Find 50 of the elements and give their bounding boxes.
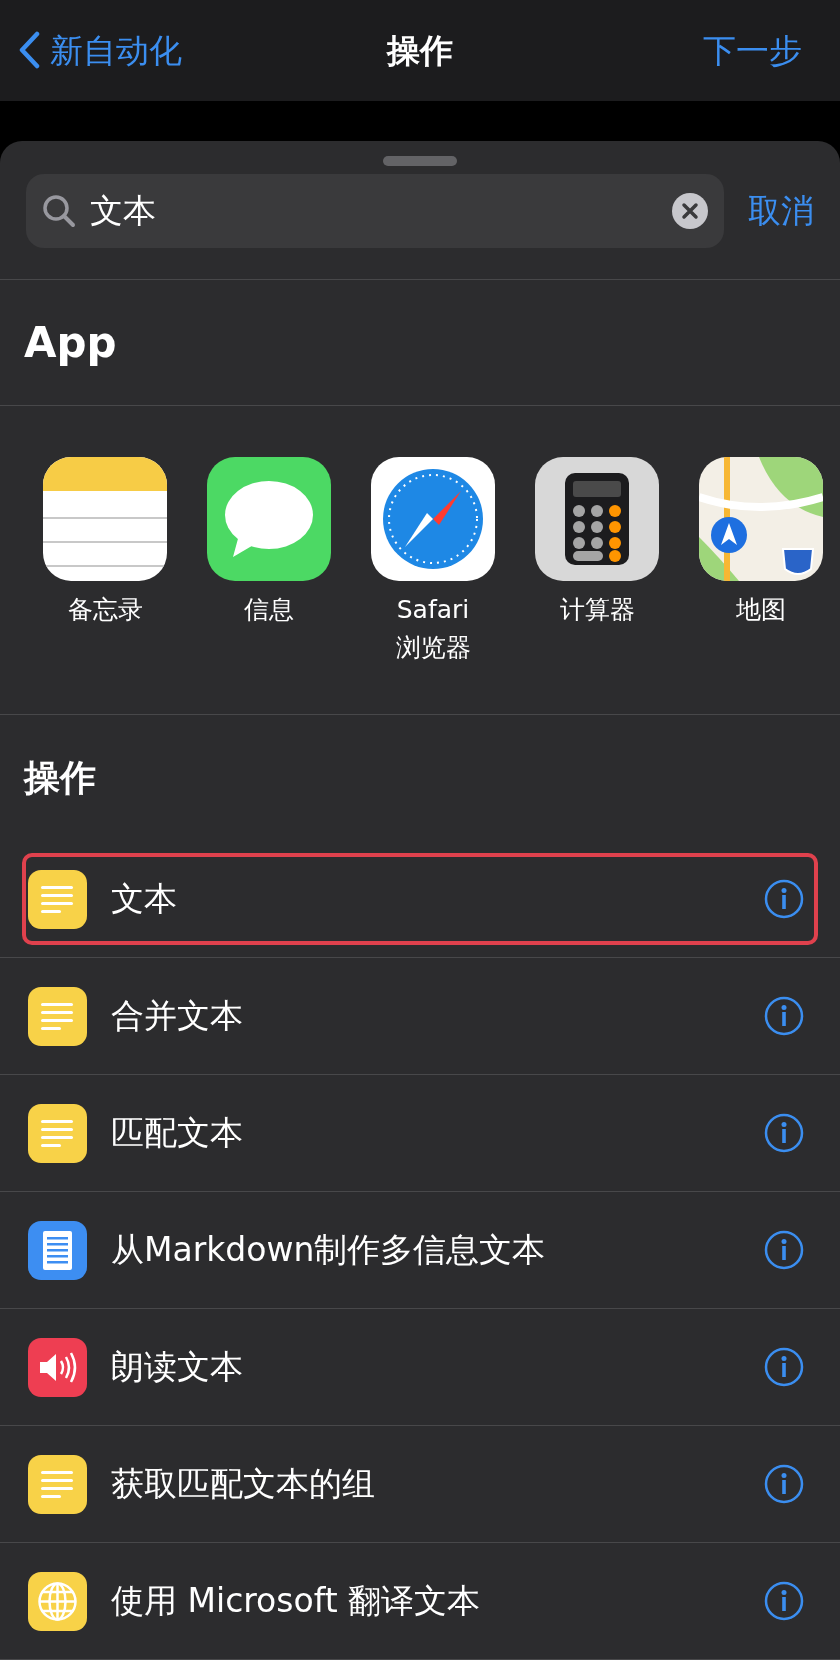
action-row[interactable]: 朗读文本	[22, 1321, 818, 1413]
clear-icon[interactable]	[672, 193, 708, 229]
action-row[interactable]: 获取匹配文本的组	[22, 1438, 818, 1530]
info-icon[interactable]	[764, 1581, 804, 1621]
info-icon[interactable]	[764, 996, 804, 1036]
text-lines-icon	[28, 1454, 87, 1514]
action-label: 合并文本	[111, 995, 244, 1038]
messages-app-icon[interactable]	[207, 457, 331, 581]
next-button[interactable]: 下一步	[703, 25, 822, 76]
app-label: 备忘录	[67, 594, 143, 626]
action-label: 获取匹配文本的组	[111, 1463, 376, 1506]
globe-icon	[28, 1571, 87, 1631]
text-lines-icon	[28, 1103, 87, 1163]
section-heading: App	[24, 317, 117, 369]
action-row[interactable]: 使用 Microsoft 翻译文本	[22, 1555, 818, 1647]
search-field[interactable]: 文本	[26, 174, 724, 248]
sheet-grabber[interactable]	[383, 155, 457, 166]
map-app-icon[interactable]	[699, 457, 823, 581]
search-icon	[42, 194, 76, 228]
action-label: 使用 Microsoft 翻译文本	[111, 1580, 482, 1623]
info-icon[interactable]	[764, 1113, 804, 1153]
compass-app-icon[interactable]	[371, 457, 495, 581]
action-row[interactable]: 匹配文本	[22, 1087, 818, 1179]
action-label: 朗读文本	[111, 1346, 244, 1389]
action-label: 从Markdown制作多信息文本	[111, 1229, 547, 1272]
action-label: 文本	[111, 878, 178, 921]
action-row[interactable]: 从Markdown制作多信息文本	[22, 1204, 818, 1296]
info-icon[interactable]	[764, 1464, 804, 1504]
action-row[interactable]: 合并文本	[22, 970, 818, 1062]
text-lines-icon	[28, 986, 87, 1046]
app-label: 浏览器	[395, 632, 471, 664]
notes-app-icon[interactable]	[43, 457, 167, 581]
speaker-icon	[28, 1337, 87, 1397]
cancel-button[interactable]: 取消	[748, 186, 814, 236]
text-lines-icon	[28, 869, 87, 929]
document-icon	[28, 1220, 87, 1280]
action-row[interactable]: 文本	[22, 853, 818, 945]
info-icon[interactable]	[764, 1230, 804, 1270]
app-label: Safari	[396, 594, 470, 626]
app-label: 信息	[244, 594, 294, 626]
app-label: 计算器	[559, 594, 635, 626]
calculator-app-icon[interactable]	[535, 457, 659, 581]
section-heading: 操作	[24, 756, 96, 800]
info-icon[interactable]	[764, 879, 804, 919]
back-button[interactable]: 新自动化	[18, 25, 182, 76]
app-label: 地图	[736, 594, 786, 626]
info-icon[interactable]	[764, 1347, 804, 1387]
action-label: 匹配文本	[111, 1112, 244, 1155]
nav-title: 操作	[387, 29, 453, 72]
back-chevron-icon	[18, 31, 40, 70]
